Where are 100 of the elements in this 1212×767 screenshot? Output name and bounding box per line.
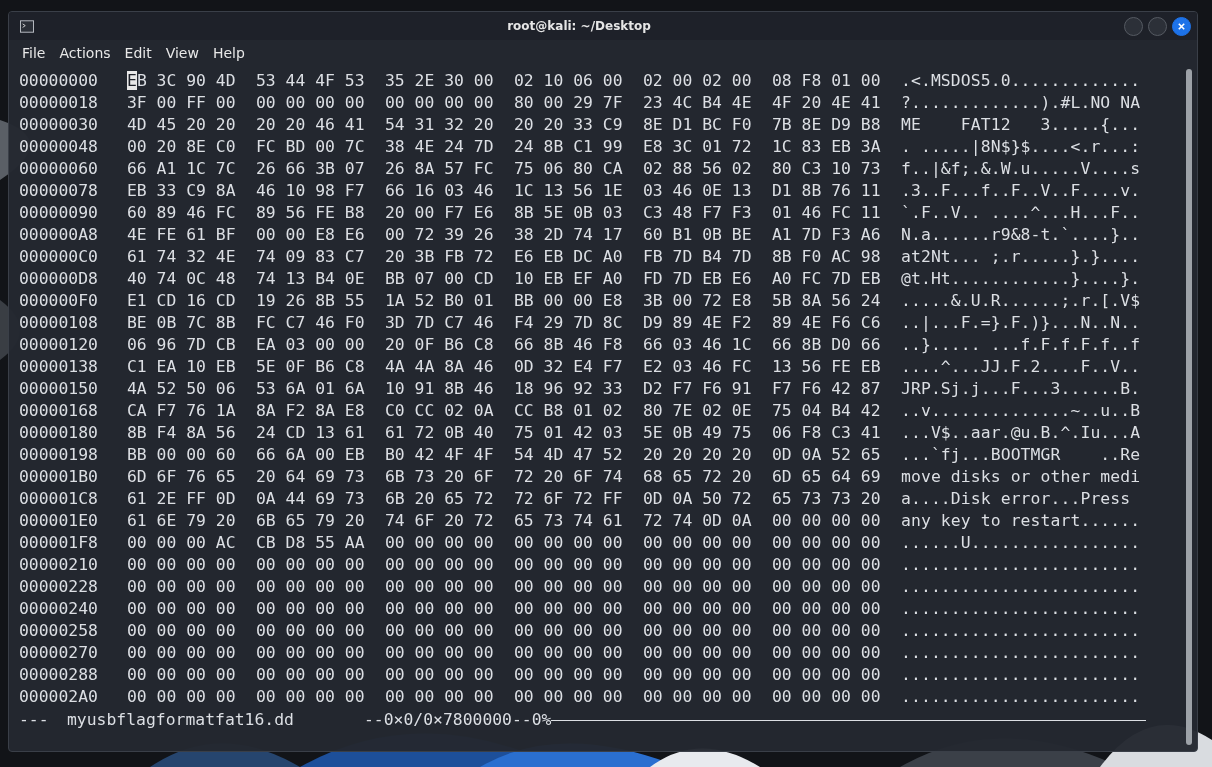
offset-label: 00000078 <box>19 180 99 200</box>
hex-bytes: 00 00 00 00 <box>385 598 494 618</box>
hex-bytes: 0A 44 69 73 <box>256 488 365 508</box>
minimize-button[interactable] <box>1124 16 1143 36</box>
offset-label: 000000D8 <box>19 268 99 288</box>
hex-bytes: 3B 00 72 E8 <box>643 290 752 310</box>
hex-bytes: 8B 5E 0B 03 <box>514 202 623 222</box>
hex-bytes: C3 48 F7 F3 <box>643 202 752 222</box>
hex-bytes: 00 00 00 00 <box>256 642 365 662</box>
hex-bytes: 1A 52 B0 01 <box>385 290 494 310</box>
hex-bytes: 00 00 00 00 <box>643 554 752 574</box>
hex-bytes: 00 00 00 00 <box>127 598 236 618</box>
ascii-text: ...V$..aar.@u.B.^.Iu...A <box>901 422 1141 442</box>
ascii-text: ....^...JJ.F.2....F..V.. <box>901 356 1141 376</box>
hex-bytes: 00 00 00 00 <box>385 664 494 684</box>
hex-bytes: 61 74 32 4E <box>127 246 236 266</box>
hex-bytes: 68 65 72 20 <box>643 466 752 486</box>
hex-bytes: 72 74 0D 0A <box>643 510 752 530</box>
hex-bytes: 00 00 00 00 <box>514 686 623 706</box>
hex-bytes: 60 89 46 FC <box>127 202 236 222</box>
hex-bytes: 10 EB EF A0 <box>514 268 623 288</box>
hex-bytes: 75 04 B4 42 <box>772 400 881 420</box>
offset-label: 00000258 <box>19 620 99 640</box>
close-button[interactable] <box>1172 16 1191 36</box>
hex-bytes: 00 00 E8 E6 <box>256 224 365 244</box>
hex-bytes: 80 7E 02 0E <box>643 400 752 420</box>
hex-bytes: 00 00 00 00 <box>256 554 365 574</box>
hex-bytes: CA F7 76 1A <box>127 400 236 420</box>
ascii-text: ........................ <box>901 620 1141 640</box>
offset-label: 00000000 <box>19 70 99 90</box>
close-icon <box>1177 21 1186 31</box>
hex-bytes: 65 73 74 61 <box>514 510 623 530</box>
menu-item[interactable]: Help <box>205 42 252 63</box>
hex-bytes: 03 46 0E 13 <box>643 180 752 200</box>
offset-label: 000000A8 <box>19 224 99 244</box>
hex-bytes: 00 00 00 00 <box>127 664 236 684</box>
hex-bytes: BE 0B 7C 8B <box>127 312 236 332</box>
hex-bytes: 53 44 4F 53 <box>256 70 365 90</box>
offset-label: 00000018 <box>19 92 99 112</box>
hex-bytes: 00 00 00 00 <box>256 598 365 618</box>
hex-bytes: 20 64 69 73 <box>256 466 365 486</box>
hex-bytes: 4E FE 61 BF <box>127 224 236 244</box>
ascii-text: .3..F...f..F..V..F....v. <box>901 180 1141 200</box>
hex-bytes: EB 33 C9 8A <box>127 180 236 200</box>
offset-label: 000000C0 <box>19 246 99 266</box>
file-name: myusbflagformatfat16.dd <box>67 709 294 729</box>
hex-bytes: 00 00 00 00 <box>514 664 623 684</box>
hex-bytes: 72 6F 72 FF <box>514 488 623 508</box>
hex-bytes: 20 0F B6 C8 <box>385 334 494 354</box>
offset-label: 00000090 <box>19 202 99 222</box>
hex-bytes: F4 29 7D 8C <box>514 312 623 332</box>
hex-bytes: 46 10 98 F7 <box>256 180 365 200</box>
hex-bytes: 00 00 00 00 <box>256 620 365 640</box>
ascii-text: . .....|8N$}$....<.r...: <box>901 136 1141 156</box>
hex-bytes: 00 00 00 00 <box>385 532 494 552</box>
offset-label: 00000210 <box>19 554 99 574</box>
hex-bytes: E2 03 46 FC <box>643 356 752 376</box>
hex-bytes: 80 C3 10 73 <box>772 158 881 178</box>
ascii-text: .....&.U.R......;.r.[.V$ <box>901 290 1141 310</box>
hex-bytes: 00 00 00 00 <box>772 620 881 640</box>
menu-item[interactable]: Actions <box>52 42 118 63</box>
menu-item[interactable]: Edit <box>117 42 159 63</box>
offset-label: 000001E0 <box>19 510 99 530</box>
offset-label: 00000198 <box>19 444 99 464</box>
hex-bytes: 00 00 00 00 <box>643 598 752 618</box>
hex-bytes: 00 00 00 00 <box>514 576 623 596</box>
hex-bytes: 00 72 39 26 <box>385 224 494 244</box>
offset-label: 000000F0 <box>19 290 99 310</box>
hex-bytes: 66 8B D0 66 <box>772 334 881 354</box>
scrollbar[interactable] <box>1186 69 1192 745</box>
hex-bytes: 08 F8 01 00 <box>772 70 881 90</box>
hex-bytes: 75 06 80 CA <box>514 158 623 178</box>
hex-bytes: 00 00 00 00 <box>772 510 881 530</box>
ascii-text: ..}..... ...f.F.f.F.f..f <box>901 334 1141 354</box>
hex-bytes: 00 00 00 00 <box>385 92 494 112</box>
hex-bytes: 00 00 00 00 <box>514 642 623 662</box>
hex-bytes: 72 20 6F 74 <box>514 466 623 486</box>
maximize-button[interactable] <box>1148 16 1167 36</box>
hex-bytes: 40 74 0C 48 <box>127 268 236 288</box>
menu-item[interactable]: View <box>158 42 206 63</box>
ascii-text: @t.Ht............}....}. <box>901 268 1141 288</box>
hex-bytes: 7B 8E D9 B8 <box>772 114 881 134</box>
ascii-text: ........................ <box>901 554 1141 574</box>
text-cursor: E <box>127 70 137 90</box>
hex-bytes: 8B F0 AC 98 <box>772 246 881 266</box>
hex-bytes: 00 00 00 00 <box>643 620 752 640</box>
hex-bytes: 00 00 00 00 <box>643 532 752 552</box>
hex-bytes: 89 56 FE B8 <box>256 202 365 222</box>
hex-bytes: 53 6A 01 6A <box>256 378 365 398</box>
offset-label: 00000168 <box>19 400 99 420</box>
hex-bytes: 02 88 56 02 <box>643 158 752 178</box>
hex-bytes: 26 8A 57 FC <box>385 158 494 178</box>
hex-bytes: 00 00 00 00 <box>514 620 623 640</box>
hex-bytes: 20 20 20 20 <box>643 444 752 464</box>
hex-bytes: 01 46 FC 11 <box>772 202 881 222</box>
hex-bytes: 74 6F 20 72 <box>385 510 494 530</box>
hex-bytes: A0 FC 7D EB <box>772 268 881 288</box>
hex-bytes: 00 00 00 00 <box>385 686 494 706</box>
ascii-text: ........................ <box>901 576 1141 596</box>
menu-item[interactable]: File <box>15 42 53 63</box>
